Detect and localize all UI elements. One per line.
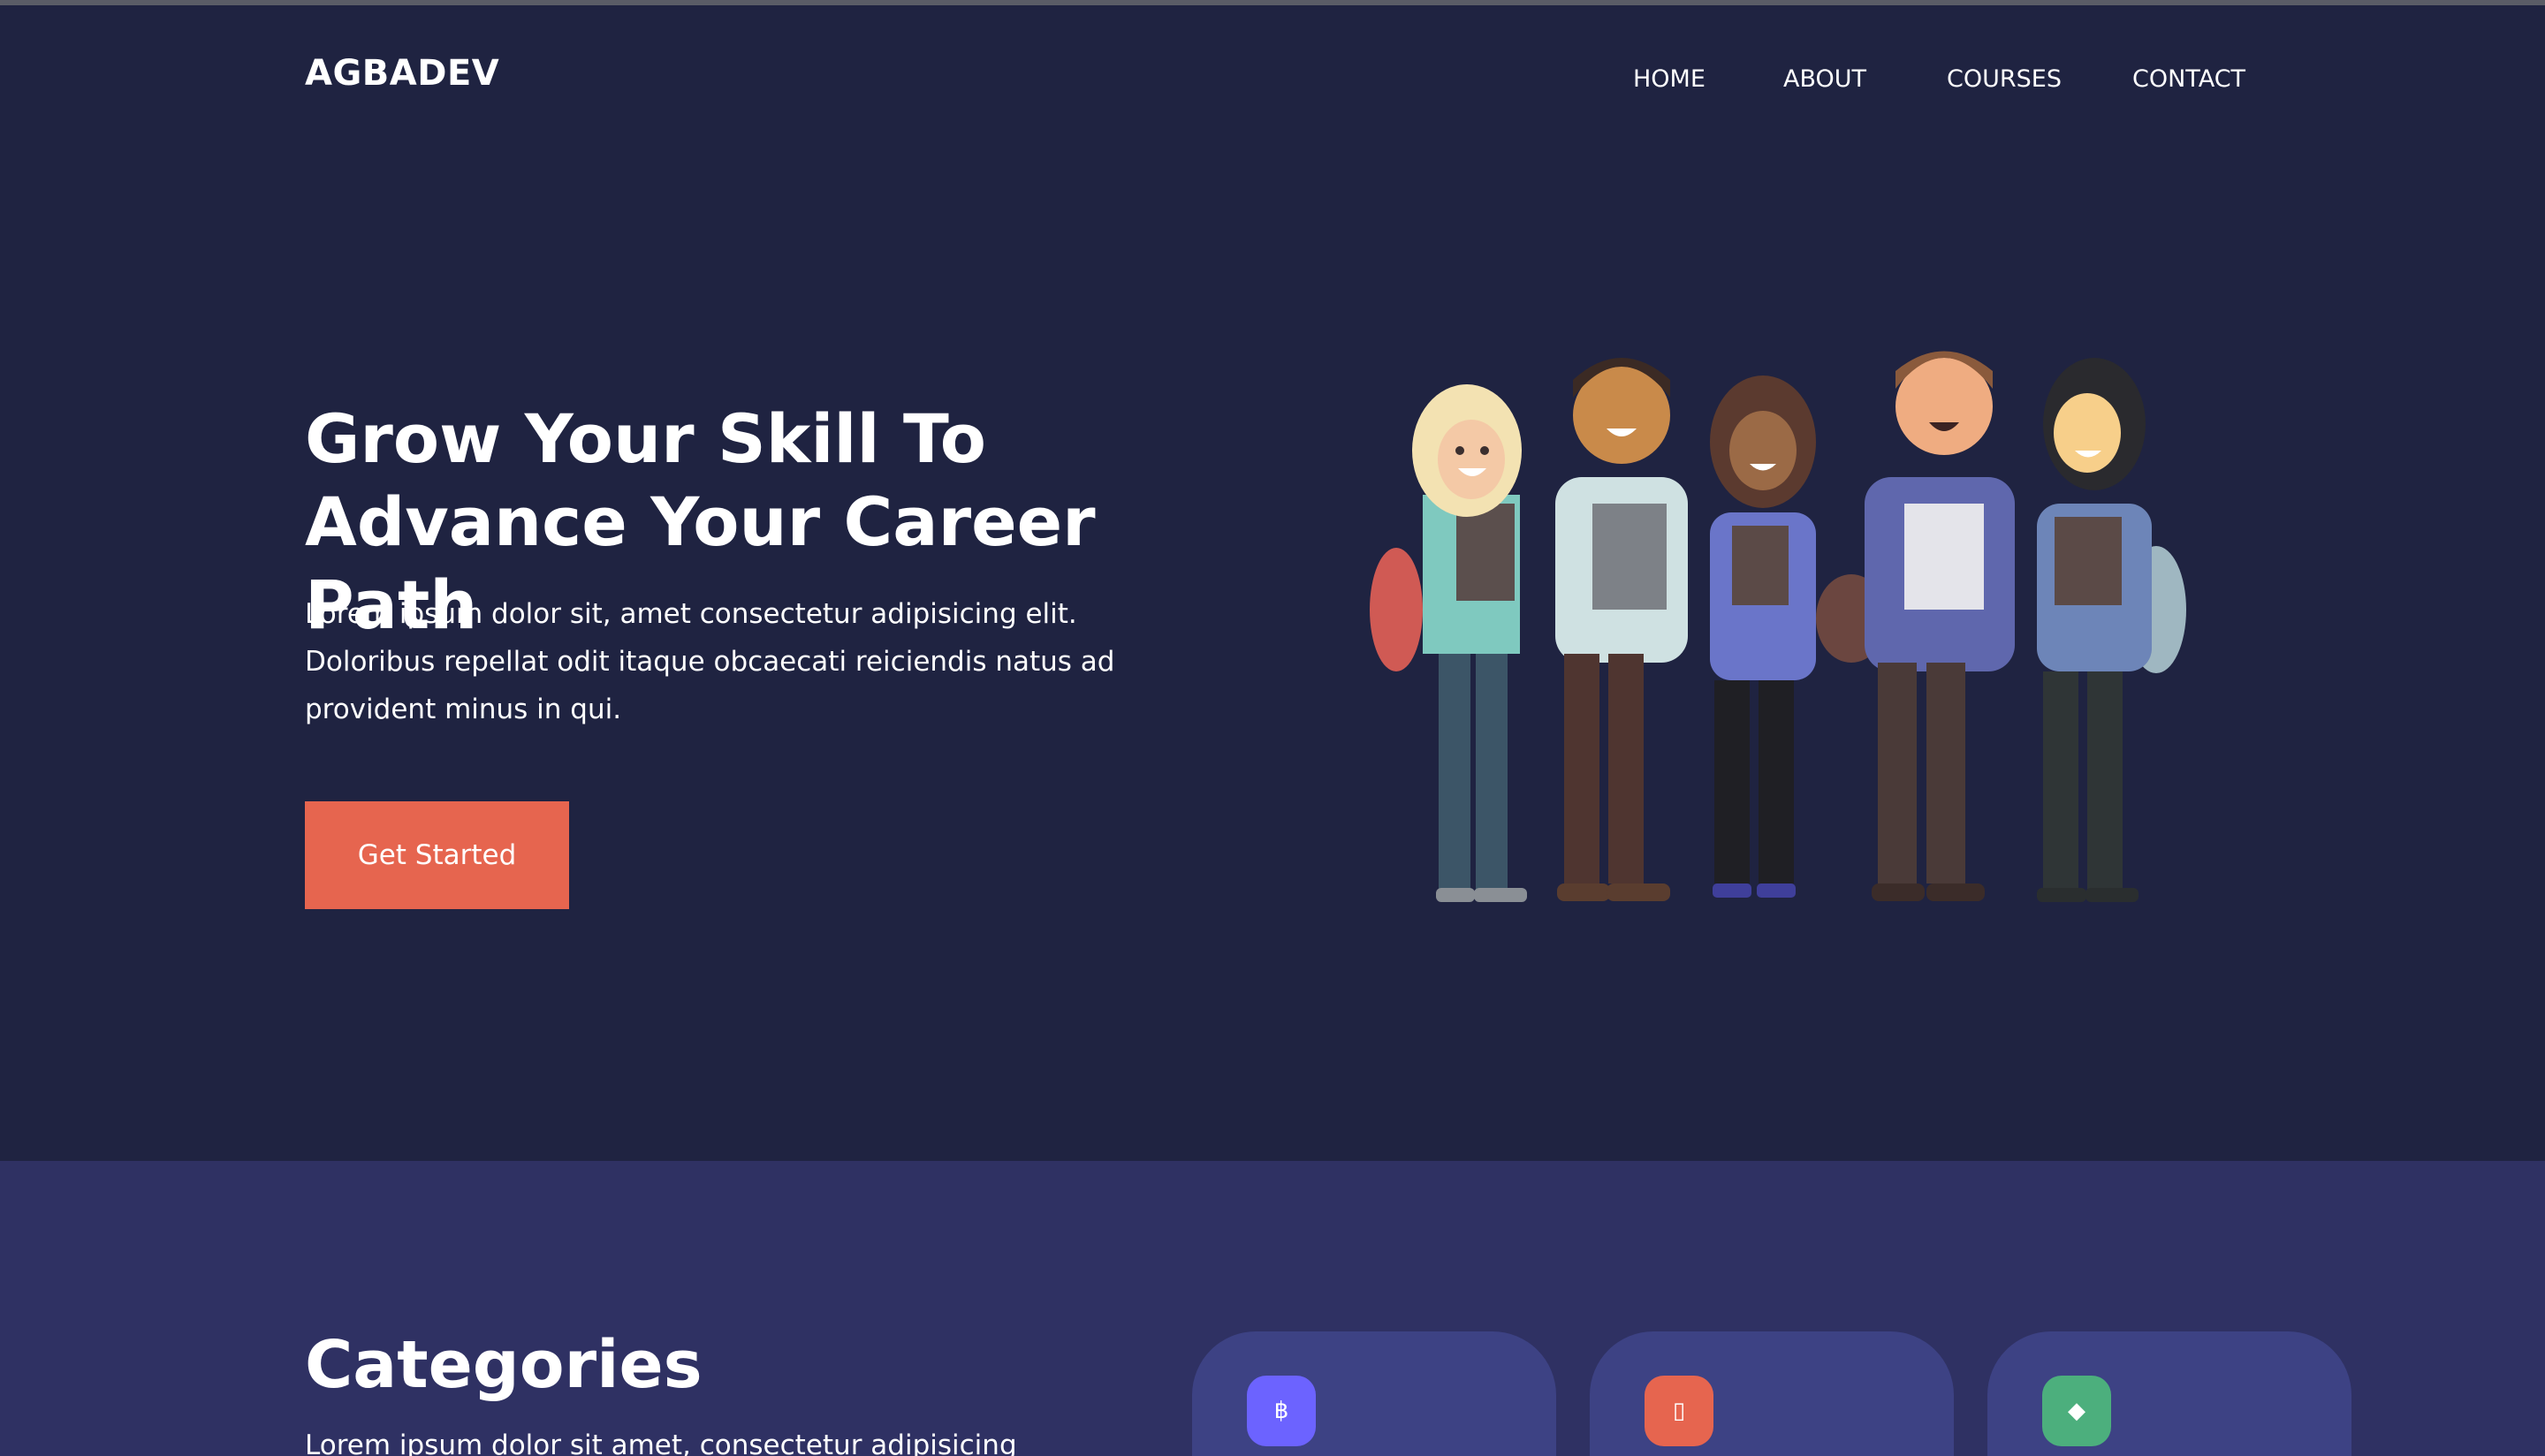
students-illustration — [1370, 351, 2186, 902]
get-started-button[interactable]: Get Started — [305, 801, 569, 909]
student-5-figure — [2037, 358, 2186, 902]
nav-contact-link[interactable]: CONTACT — [2132, 65, 2245, 93]
student-1-figure — [1370, 384, 1527, 902]
hero-description: Lorem ipsum dolor sit, amet consectetur … — [305, 598, 1115, 725]
bitcoin-icon: ฿ — [1247, 1376, 1316, 1446]
diamond-icon: ◆ — [2042, 1376, 2111, 1446]
categories-title: Categories — [305, 1327, 703, 1403]
main-nav: HOME ABOUT COURSES CONTACT — [0, 65, 2545, 101]
categories-description: Lorem ipsum dolor sit amet, consectetur … — [305, 1429, 1017, 1456]
category-card[interactable]: ◆ — [1987, 1331, 2351, 1456]
student-4-figure — [1865, 351, 2015, 901]
nav-home-link[interactable]: HOME — [1633, 65, 1706, 93]
mobile-icon: ▯ — [1645, 1376, 1713, 1446]
student-3-figure — [1710, 375, 1887, 898]
student-2-figure — [1555, 358, 1688, 901]
category-card[interactable]: ▯ — [1590, 1331, 1954, 1456]
hero-section: AGBADEV HOME ABOUT COURSES CONTACT Grow … — [0, 0, 2545, 1161]
nav-about-link[interactable]: ABOUT — [1783, 65, 1866, 93]
site-header: AGBADEV HOME ABOUT COURSES CONTACT — [0, 5, 2545, 147]
categories-section: Categories Lorem ipsum dolor sit amet, c… — [0, 1161, 2545, 1456]
category-card[interactable]: ฿ — [1192, 1331, 1556, 1456]
nav-courses-link[interactable]: COURSES — [1947, 65, 2062, 93]
